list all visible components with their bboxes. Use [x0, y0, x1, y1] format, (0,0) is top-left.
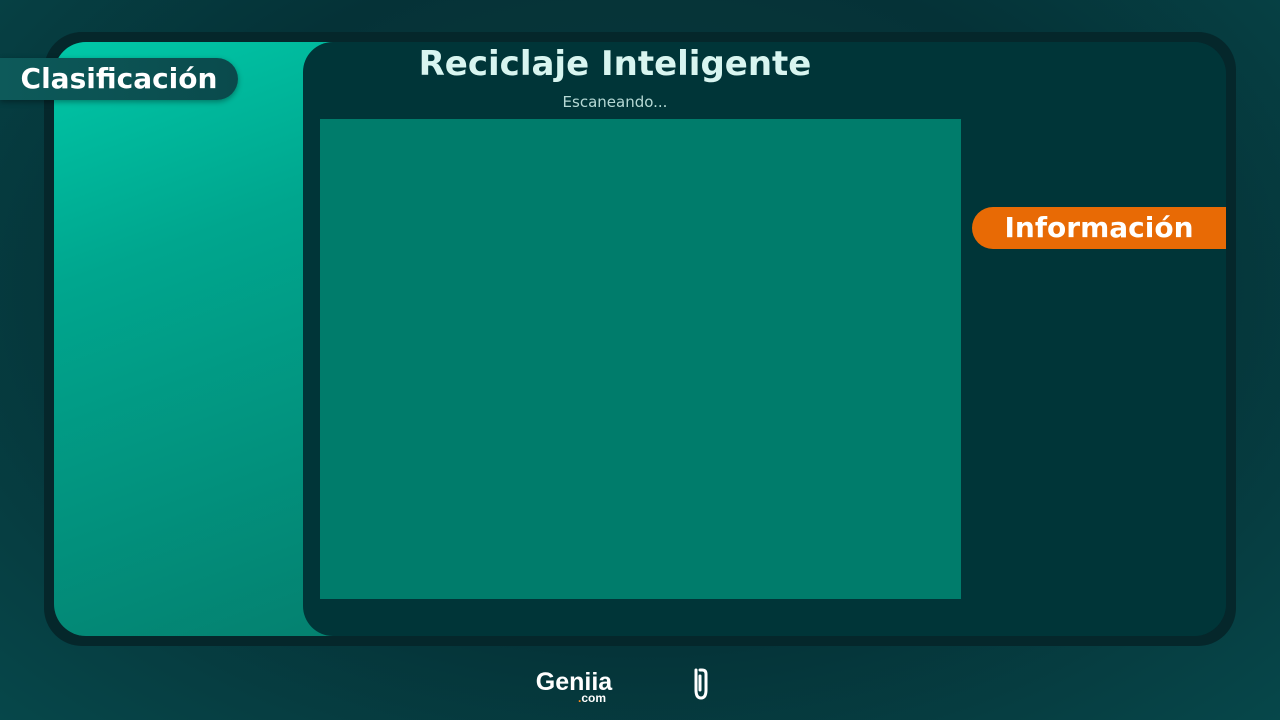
geniia-logo[interactable]: Geniia .com [528, 668, 620, 704]
tab-informacion[interactable]: Información [972, 207, 1226, 249]
paperclip-icon[interactable] [686, 666, 716, 702]
scan-status: Escaneando... [562, 93, 668, 111]
tab-clasificacion[interactable]: Clasificación [0, 58, 238, 100]
brand-domain: .com [578, 691, 607, 705]
camera-scan-area[interactable] [320, 119, 961, 599]
page-title: Reciclaje Inteligente [418, 44, 812, 84]
brand-name: Geniia [535, 668, 613, 696]
